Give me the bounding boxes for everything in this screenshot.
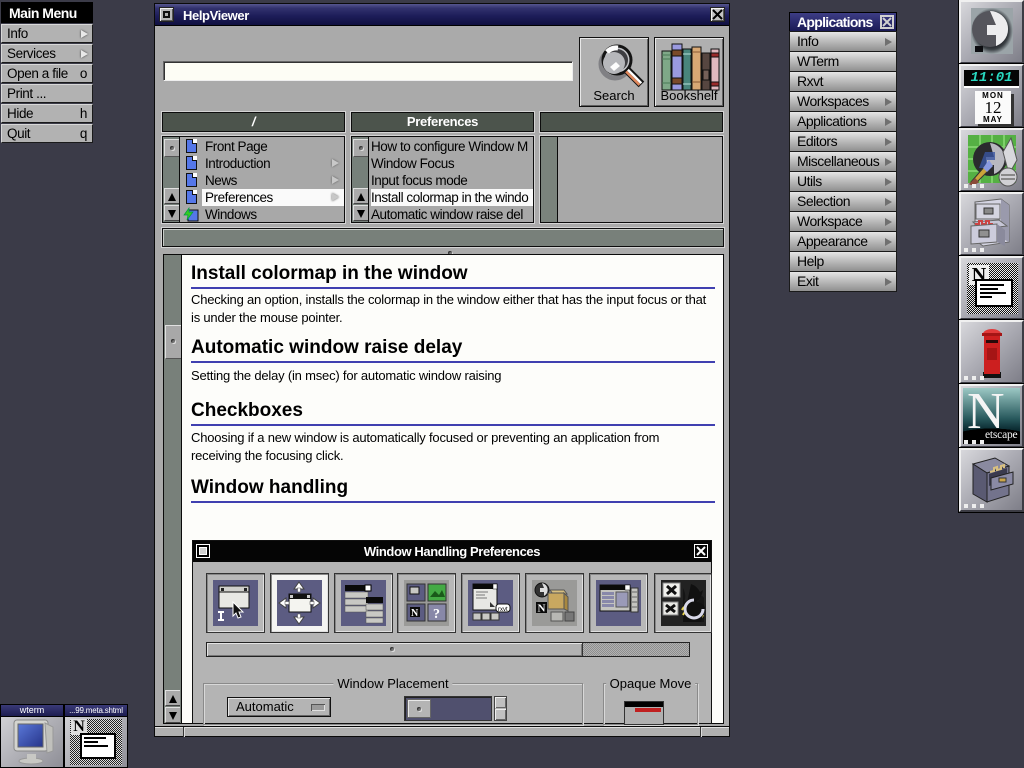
svg-text:N: N: [538, 603, 546, 615]
svg-text:?: ?: [433, 607, 440, 622]
svg-text:rxvt: rxvt: [498, 607, 508, 613]
svg-text:N: N: [411, 608, 419, 619]
